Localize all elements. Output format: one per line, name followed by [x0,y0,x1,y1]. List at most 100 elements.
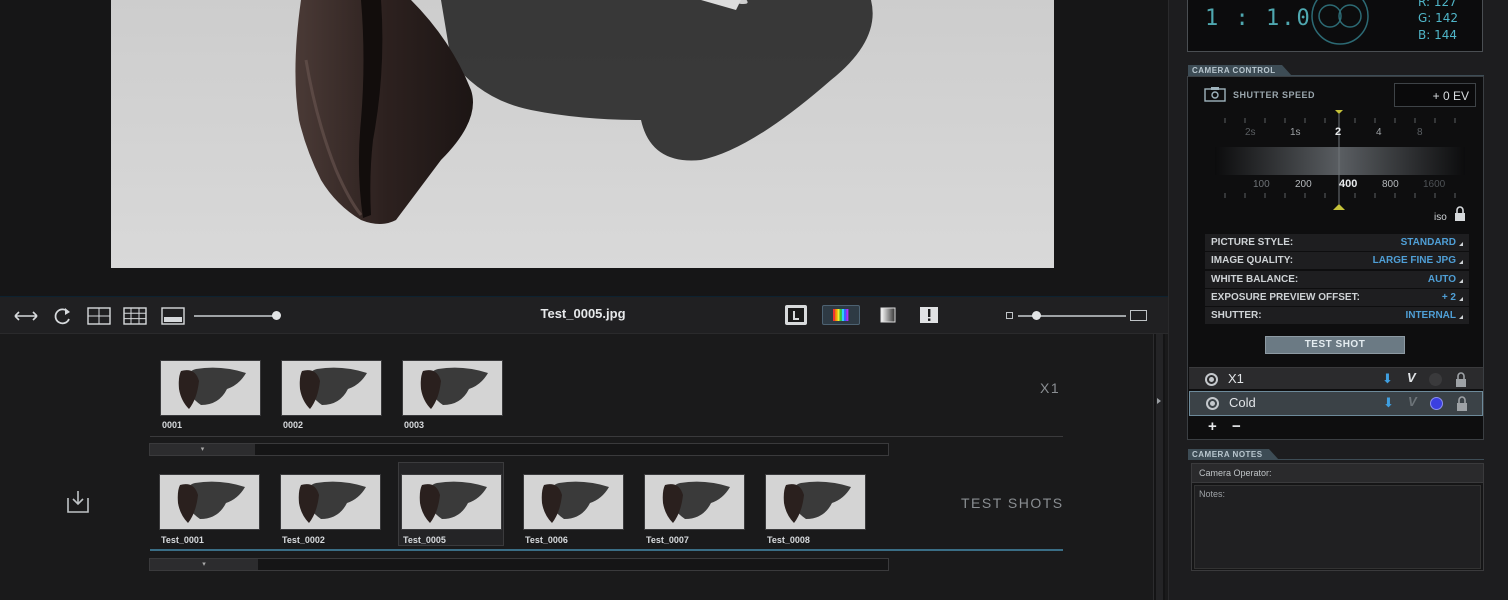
rotate-icon[interactable] [50,305,74,327]
red-value: R: 127 [1418,0,1457,9]
fit-width-icon[interactable] [12,305,40,327]
exposure-warning-icon[interactable] [918,305,940,325]
thumbnail-label: Test_0001 [161,535,204,545]
setting-picture-style[interactable]: PICTURE STYLE: STANDARD [1205,234,1469,251]
zoom-out-icon[interactable] [1006,312,1013,319]
camera-v-indicator[interactable]: V [1408,394,1417,409]
camera-operator-field[interactable]: Camera Operator: [1192,464,1483,483]
remove-camera-button[interactable]: − [1232,418,1241,435]
shutter-tick: 1s [1290,127,1301,138]
thumbnail-label: Test_0008 [767,535,810,545]
vertical-scrollbar[interactable] [1153,334,1165,600]
scroll-arrow-icon[interactable] [1157,398,1161,404]
setting-value[interactable]: INTERNAL [1405,310,1463,321]
shutter-speed-label: SHUTTER SPEED [1233,90,1316,100]
setting-key: PICTURE STYLE: [1211,237,1294,248]
row-divider [150,436,1063,437]
shutter-iso-dial[interactable]: 2s 1s 2 4 8 100 200 400 800 1600 [1215,108,1465,210]
color-mode-icon[interactable] [822,305,860,325]
setting-exposure-preview-offset[interactable]: EXPOSURE PREVIEW OFFSET: + 2 [1205,289,1469,306]
zoom-in-icon[interactable] [1130,310,1147,321]
setting-value[interactable]: LARGE FINE JPG [1373,255,1463,266]
camera-icon [1204,86,1226,107]
setting-value[interactable]: AUTO [1428,274,1463,285]
target-icon[interactable] [1205,373,1218,386]
shutter-tick: 2s [1245,127,1256,138]
color-wheel-icon [1311,0,1369,45]
row-scrollbar[interactable]: ▾ [149,443,889,456]
thumbnail-selected[interactable] [401,474,502,530]
setting-value[interactable]: STANDARD [1401,237,1463,248]
row-divider-active [150,549,1063,551]
thumbnail-label: 0001 [162,420,183,430]
thumbnail-size-knob[interactable] [272,311,281,320]
notes-textarea[interactable] [1194,485,1481,569]
current-filename: Test_0005.jpg [540,306,626,321]
thumbnail[interactable] [159,474,260,530]
green-value: G: 142 [1418,11,1459,25]
lock-icon[interactable] [1456,396,1468,415]
blue-value: B: 144 [1418,28,1457,42]
split-view-icon[interactable] [86,305,112,327]
scrollbar-thumb[interactable]: ▾ [150,559,258,570]
grid-view-icon[interactable] [122,305,148,327]
download-icon[interactable]: ⬇ [1383,395,1394,411]
thumbnail-label: 0003 [404,420,425,430]
image-viewer[interactable] [0,0,1168,296]
lock-icon[interactable] [1455,372,1467,391]
test-shot-button[interactable]: TEST SHOT [1265,336,1405,354]
thumbnail[interactable] [280,474,381,530]
iso-tick: 800 [1382,179,1399,190]
add-camera-button[interactable]: + [1208,418,1217,435]
filmstrip-view-icon[interactable] [160,305,186,327]
thumbnail[interactable] [765,474,866,530]
iso-label: iso [1434,212,1447,223]
status-dot [1429,373,1442,386]
setting-image-quality[interactable]: IMAGE QUALITY: LARGE FINE JPG [1205,252,1469,269]
viewer-toolbar: Test_0005.jpg [0,296,1168,334]
setting-key: WHITE BALANCE: [1211,274,1299,285]
section-divider [1188,459,1484,460]
scrollbar-thumb[interactable]: ▾ [150,444,255,455]
setting-shutter[interactable]: SHUTTER: INTERNAL [1205,307,1469,324]
camera-row-cold[interactable]: Cold ⬇ V [1189,391,1483,416]
camera-name: Cold [1229,395,1256,410]
camera-v-indicator[interactable]: V [1407,370,1416,385]
iso-tick: 200 [1295,179,1312,190]
thumbnail-label: Test_0005 [403,535,446,545]
thumbnail-label: Test_0002 [282,535,325,545]
shutter-tick-current: 2 [1335,126,1342,138]
zoom-knob[interactable] [1032,311,1041,320]
preview-image [111,0,1054,268]
notes-label: Notes: [1199,489,1226,499]
thumbnail-label: Test_0007 [646,535,689,545]
thumbnail[interactable] [644,474,745,530]
grayscale-icon[interactable] [877,305,899,325]
row-label-test-shots: TEST SHOTS [961,495,1064,511]
setting-white-balance[interactable]: WHITE BALANCE: AUTO [1205,271,1469,288]
iso-tick: 100 [1253,179,1270,190]
setting-value[interactable]: + 2 [1442,292,1463,303]
iso-tick-current: 400 [1339,178,1358,190]
import-icon[interactable] [64,489,94,520]
thumbnail-label: 0002 [283,420,304,430]
camera-name: X1 [1228,371,1244,386]
thumbnail[interactable] [402,360,503,416]
ev-compensation-field[interactable]: + 0 EV [1394,83,1476,107]
lock-aspect-icon[interactable] [785,305,807,325]
thumbnail-size-slider[interactable] [194,315,278,317]
row-scrollbar[interactable]: ▾ [149,558,889,571]
shutter-tick: 8 [1417,127,1423,138]
iso-tick: 1600 [1423,179,1446,190]
target-icon[interactable] [1206,397,1219,410]
thumbnail[interactable] [281,360,382,416]
camera-row-x1[interactable]: X1 ⬇ V [1189,367,1483,389]
download-icon[interactable]: ⬇ [1382,371,1393,387]
filmstrip-panel: 0001 0002 0003 X1 ▾ Test_0001 Test_0002 … [0,334,1168,600]
shutter-tick: 4 [1376,127,1382,138]
scrollbar-track [1156,334,1163,600]
thumbnail[interactable] [160,360,261,416]
iso-lock-icon[interactable] [1454,206,1466,227]
thumbnail[interactable] [523,474,624,530]
setting-key: IMAGE QUALITY: [1211,255,1294,266]
